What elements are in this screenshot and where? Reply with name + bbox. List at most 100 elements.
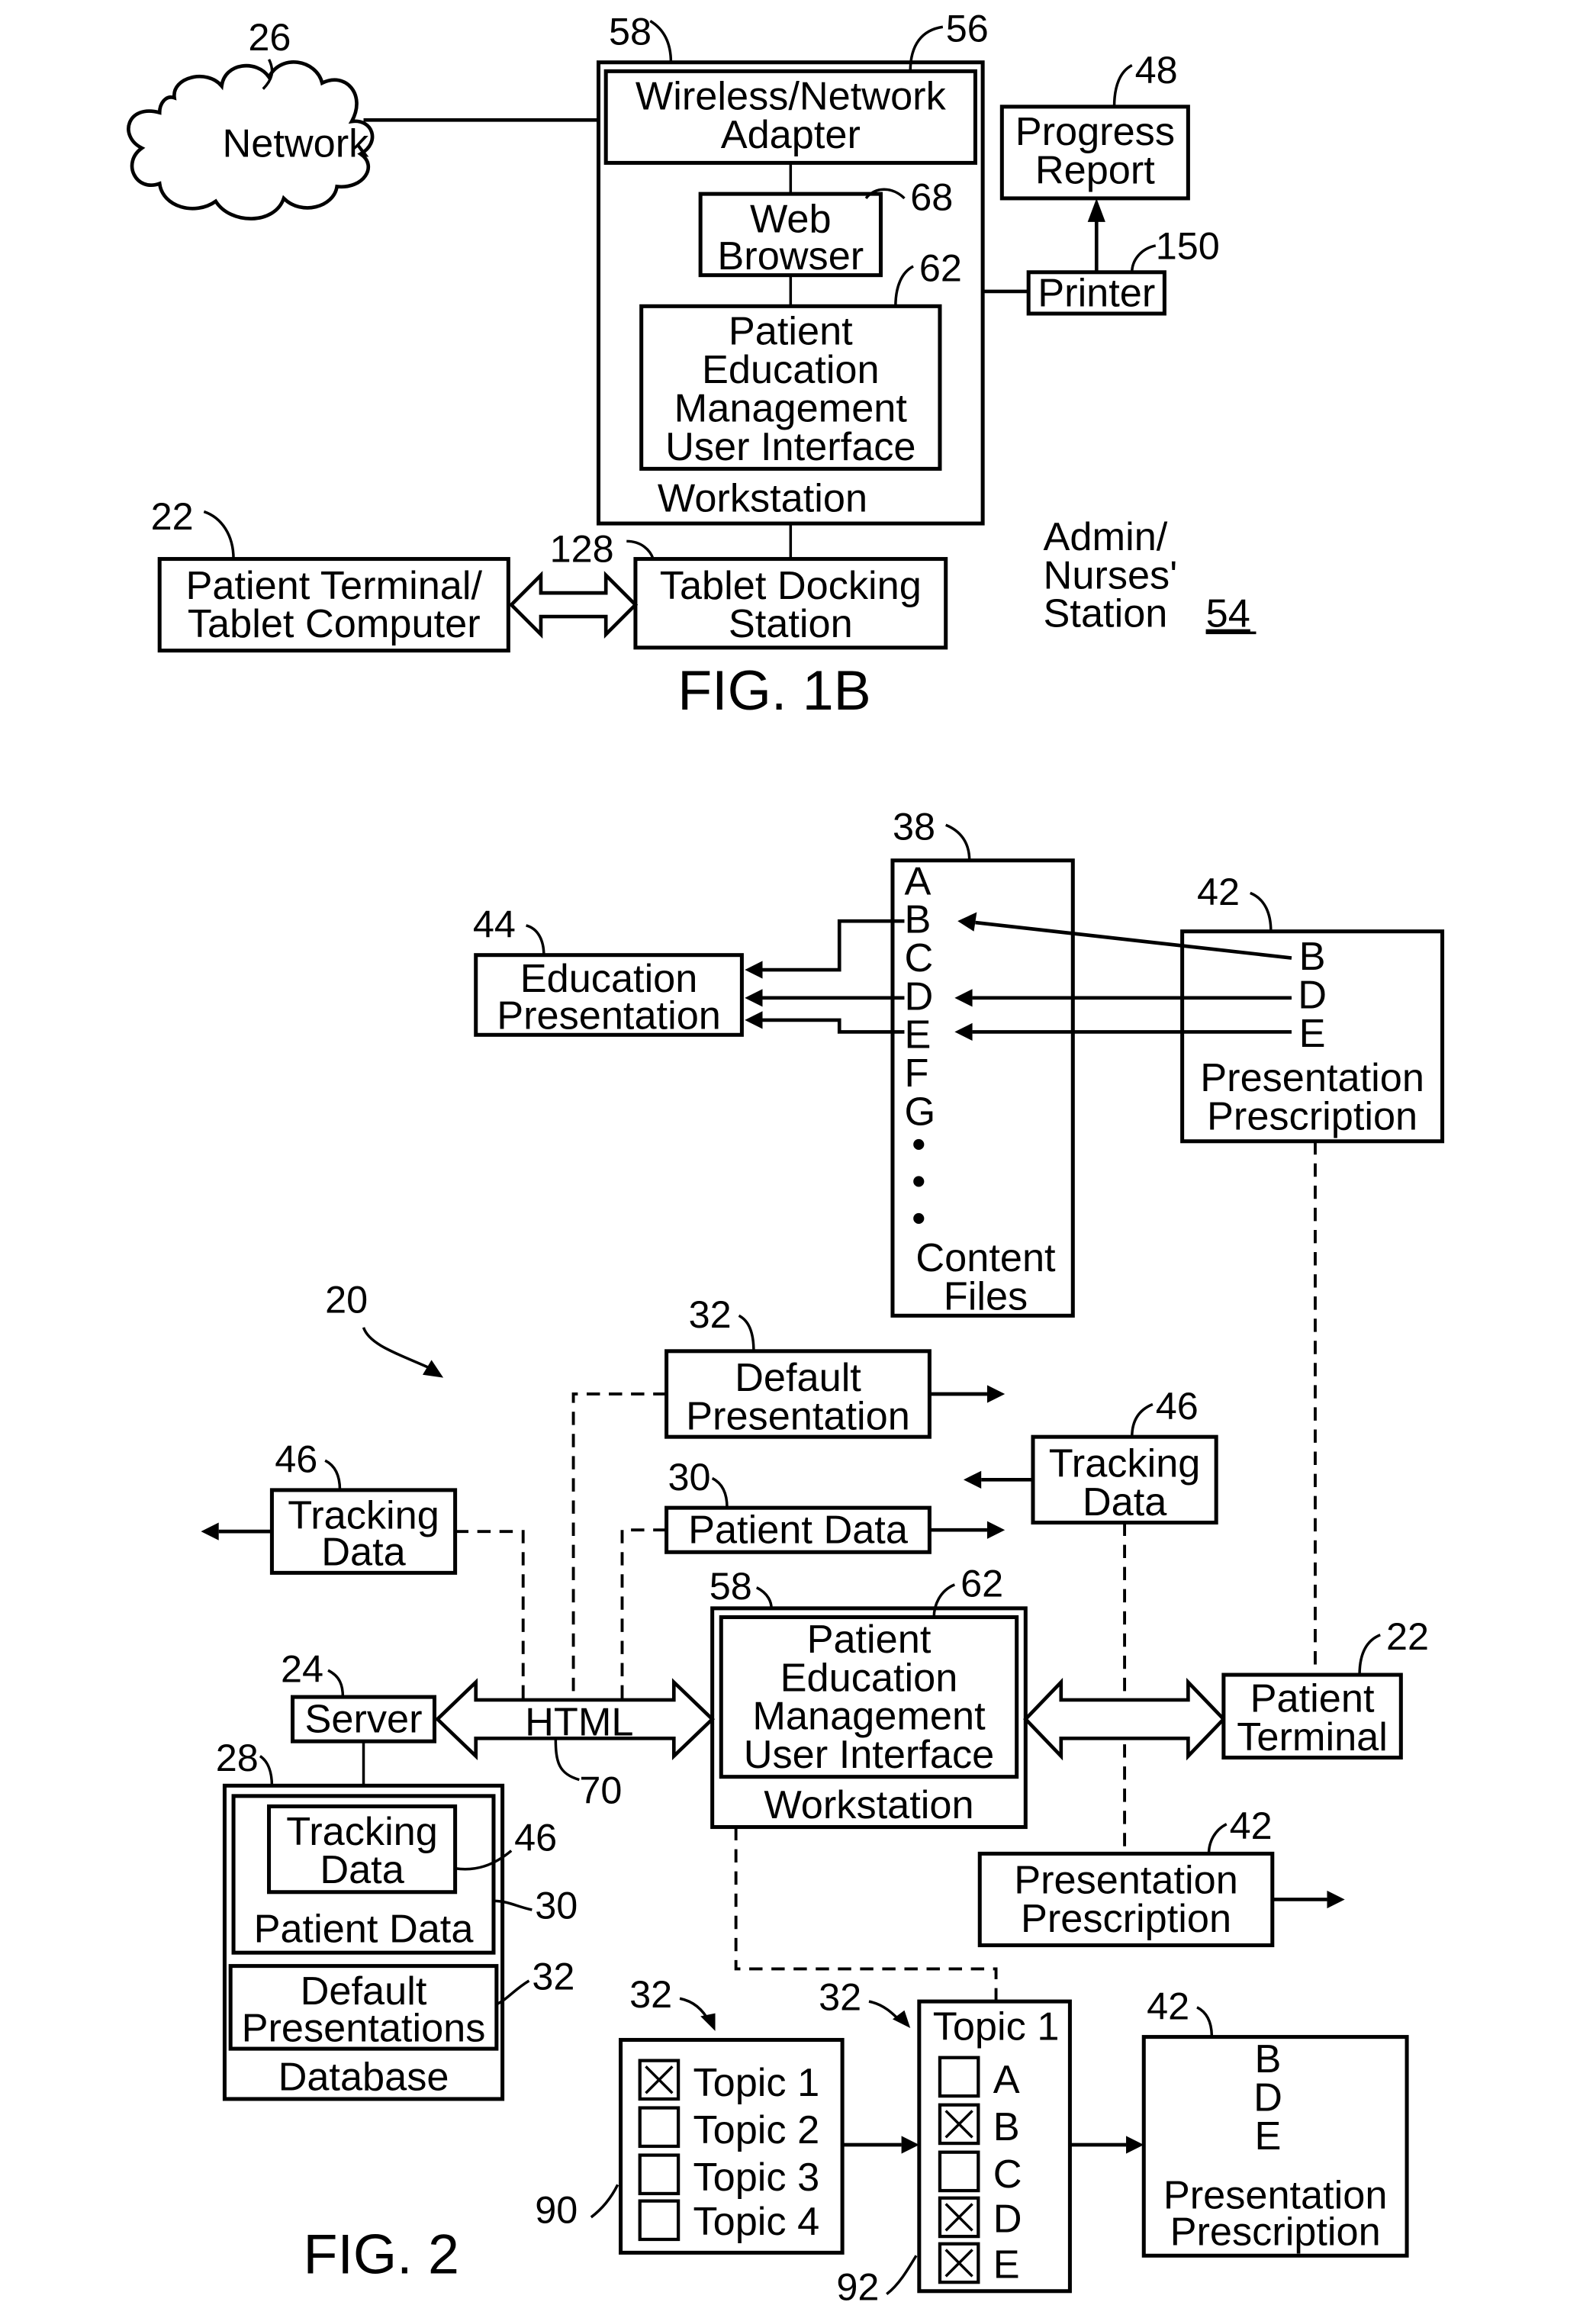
topic-label: Topic 2 bbox=[693, 2108, 819, 2152]
ref-42: 42 bbox=[1230, 1804, 1273, 1847]
subtopic-item[interactable]: A bbox=[938, 2056, 1020, 2102]
leader-30 bbox=[711, 1476, 729, 1508]
station-ref-54: 54 bbox=[1206, 592, 1250, 636]
prescription-top-line1: Presentation bbox=[1200, 1056, 1424, 1100]
subtopic-item[interactable]: B bbox=[938, 2103, 1020, 2149]
pem-ui2-line3: Management bbox=[752, 1695, 986, 1739]
arrowhead-icon bbox=[745, 989, 763, 1007]
arrowhead-icon bbox=[986, 1521, 1006, 1539]
prescription-mid-line2: Prescription bbox=[1021, 1897, 1231, 1941]
content-letter: C bbox=[904, 936, 933, 980]
content-files-line2: Files bbox=[944, 1275, 1028, 1319]
leader-46 bbox=[1131, 1402, 1154, 1437]
pem-ui2-line1: Patient bbox=[807, 1618, 932, 1662]
pem-ui-line2: Education bbox=[702, 348, 880, 392]
topic-label: Topic 3 bbox=[693, 2155, 819, 2200]
arrow-e-to-education bbox=[759, 1018, 905, 1034]
checkbox-unchecked[interactable] bbox=[938, 2150, 980, 2193]
default-line2: Presentation bbox=[686, 1394, 910, 1438]
topic-label: Topic 1 bbox=[693, 2061, 819, 2105]
arrowhead-icon bbox=[1087, 198, 1105, 222]
topic-item[interactable]: Topic 4 bbox=[638, 2199, 819, 2244]
bidirectional-arrow-icon bbox=[508, 571, 639, 639]
prescription-letter: D bbox=[1298, 973, 1327, 1017]
workstation-label: Workstation bbox=[658, 477, 867, 521]
fig-1b: Network 26 Workstation 58 56 Wireless/Ne… bbox=[127, 7, 1257, 722]
leader-22 bbox=[203, 510, 235, 559]
arrowhead-icon bbox=[745, 1011, 763, 1029]
ref-56: 56 bbox=[946, 7, 989, 50]
default-line1: Default bbox=[735, 1356, 861, 1400]
ref-150: 150 bbox=[1156, 224, 1220, 267]
tracking-right-line1: Tracking bbox=[1049, 1441, 1201, 1486]
arrowhead-icon bbox=[201, 1522, 219, 1541]
topic-item[interactable]: Topic 2 bbox=[638, 2106, 819, 2152]
prescription-letter: E bbox=[1255, 2114, 1282, 2159]
dashed-default-to-html bbox=[571, 1392, 667, 1700]
arrowhead-icon bbox=[963, 1470, 982, 1489]
leader-44 bbox=[526, 924, 545, 955]
station-line3: Station bbox=[1044, 592, 1168, 636]
terminal-line1: Patient Terminal/ bbox=[185, 564, 482, 608]
education-line2: Presentation bbox=[497, 994, 721, 1038]
ref-24: 24 bbox=[281, 1647, 323, 1691]
ref-32: 32 bbox=[689, 1293, 732, 1336]
ref-30: 30 bbox=[535, 1884, 578, 1927]
leader-28 bbox=[259, 1755, 274, 1786]
ref-70: 70 bbox=[579, 1769, 622, 1812]
arrowhead-icon bbox=[700, 2013, 716, 2031]
checkbox-unchecked[interactable] bbox=[638, 2199, 681, 2242]
leader-58 bbox=[755, 1586, 773, 1608]
leader-32 bbox=[738, 1314, 755, 1351]
pem-ui-line4: User Interface bbox=[665, 425, 915, 469]
ref-32: 32 bbox=[532, 1955, 574, 1998]
dashed-tracking-left-to-html bbox=[455, 1530, 525, 1700]
terminal-line2: Tablet Computer bbox=[188, 602, 481, 646]
ref-42: 42 bbox=[1147, 1984, 1189, 2027]
arrow-b-to-education bbox=[759, 919, 905, 972]
db-defaults-line2: Presentations bbox=[242, 2006, 486, 2050]
dashed-patient-data-to-html bbox=[620, 1528, 667, 1700]
ellipsis-dot: • bbox=[912, 1196, 925, 1241]
prescription-letter: B bbox=[1255, 2037, 1282, 2081]
checkbox-unchecked[interactable] bbox=[638, 2106, 681, 2149]
ref-48: 48 bbox=[1135, 48, 1178, 92]
leader-150 bbox=[1131, 244, 1157, 272]
topic-item[interactable]: Topic 1 bbox=[638, 2059, 819, 2105]
leader-20 bbox=[362, 1327, 433, 1370]
arrowhead-icon bbox=[901, 2136, 919, 2154]
patient-data-label: Patient Data bbox=[688, 1508, 909, 1553]
content-letter: F bbox=[904, 1051, 928, 1096]
adapter-line2: Adapter bbox=[721, 113, 861, 157]
content-letter: B bbox=[904, 898, 931, 942]
station-line2: Nurses' bbox=[1044, 553, 1178, 597]
ref-58: 58 bbox=[710, 1564, 752, 1608]
leader-38 bbox=[945, 823, 971, 861]
leader-42 bbox=[1250, 891, 1273, 932]
dashed-workstation-to-topic-detail bbox=[734, 1827, 998, 2002]
checkbox-unchecked[interactable] bbox=[638, 2153, 681, 2196]
progress-line2: Report bbox=[1035, 149, 1155, 193]
pem-ui2-line4: User Interface bbox=[744, 1733, 994, 1777]
prescription-letter: D bbox=[1253, 2075, 1282, 2120]
leader-24 bbox=[327, 1669, 345, 1698]
docking-line1: Tablet Docking bbox=[660, 564, 922, 608]
subtopic-label: D bbox=[993, 2197, 1022, 2241]
prescription-top-line2: Prescription bbox=[1207, 1094, 1417, 1138]
pem-ui-line3: Management bbox=[674, 386, 908, 430]
db-patient-data-label: Patient Data bbox=[254, 1908, 475, 1952]
content-files-line1: Content bbox=[915, 1236, 1056, 1280]
arrowhead-icon bbox=[422, 1360, 444, 1378]
content-letter: D bbox=[904, 974, 933, 1019]
pem-ui2-line2: Education bbox=[780, 1656, 958, 1700]
subtopic-item[interactable]: E bbox=[938, 2242, 1020, 2287]
db-tracking-line1: Tracking bbox=[286, 1810, 438, 1854]
checkbox-unchecked[interactable] bbox=[938, 2056, 980, 2098]
ref-58: 58 bbox=[609, 9, 652, 53]
leader-22 bbox=[1358, 1634, 1381, 1676]
docking-line2: Station bbox=[729, 602, 853, 646]
subtopic-label: B bbox=[993, 2105, 1020, 2149]
ref-26: 26 bbox=[248, 15, 291, 59]
topic-item[interactable]: Topic 3 bbox=[638, 2153, 819, 2200]
subtopic-label: C bbox=[993, 2152, 1022, 2197]
